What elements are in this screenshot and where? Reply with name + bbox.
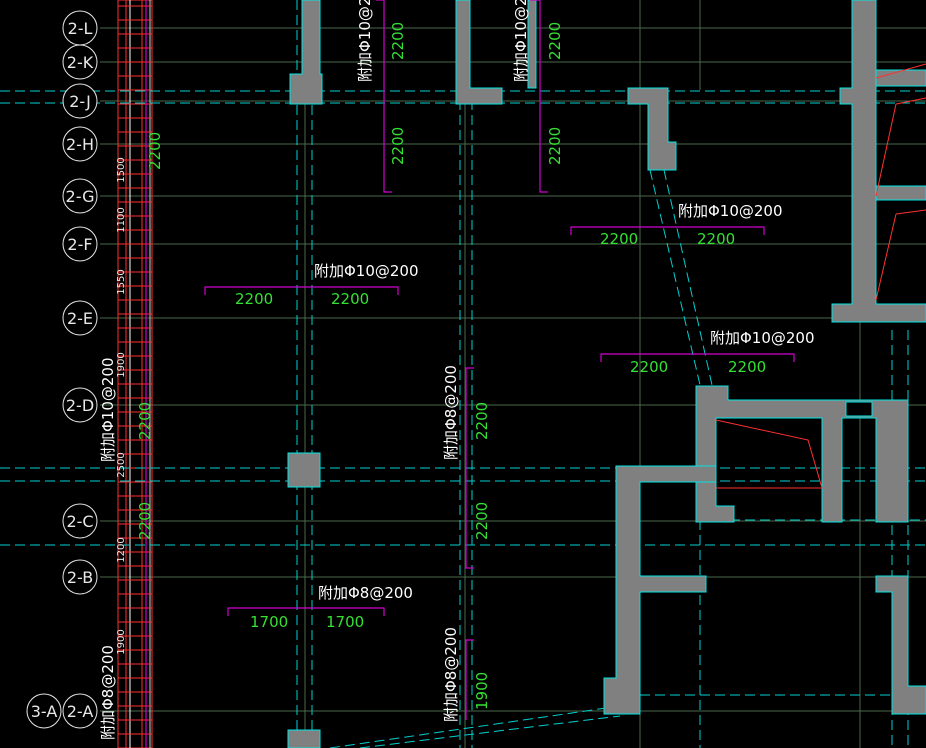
cad-drawing-canvas[interactable]: 2-L 2-K 2-J 2-H 2-G 2-F 2-E 2-D 2-C 2-B 2-A 3-A 150…: [0, 0, 926, 748]
axis-bubble-label: 2-H: [66, 135, 94, 154]
rebar-note-mid-right-1: 附加Φ10@200: [678, 202, 783, 220]
rebar-note-mid-right-2: 附加Φ10@200: [710, 329, 815, 347]
rebar-note-bottom-vertical: 附加Φ8@200: [442, 627, 460, 722]
axis-bubble-label: 2-D: [66, 396, 94, 415]
spacing-dimension: 1100: [116, 207, 127, 232]
axis-bubble-2-h: 2-H: [62, 126, 98, 162]
axis-bubble-2-k: 2-K: [62, 44, 98, 80]
dim-1700-a: 1700: [250, 613, 288, 631]
rebar-note-bottom-left: 附加Φ8@200: [99, 645, 117, 740]
axis-bubble-3-a: 3-A: [26, 693, 62, 729]
axis-bubble-2-g: 2-G: [62, 178, 98, 214]
rebar-note-left-d: 附加Φ10@200: [99, 357, 117, 462]
axis-bubble-label: 2-F: [67, 235, 92, 254]
axis-bubble-label: 2-E: [67, 309, 93, 328]
rebar-note-top-mid: 附加Φ10@200: [512, 0, 530, 82]
axis-bubble-label: 2-J: [69, 92, 91, 111]
dim-2200-g: 2200: [389, 22, 407, 60]
dim-2200-a: 2200: [235, 290, 273, 308]
axis-bubble-label: 2-B: [67, 568, 93, 587]
axis-grid-lines: [100, 27, 926, 712]
axis-bubble-2-c: 2-C: [62, 503, 98, 539]
vertical-grid-lines: [304, 0, 861, 748]
rebar-note-bottom: 附加Φ8@200: [318, 584, 413, 602]
axis-bubble-2-b: 2-B: [62, 559, 98, 595]
spacing-dimension: 1500: [116, 157, 127, 182]
spacing-dimension: 2500: [116, 452, 127, 477]
dim-1900: 1900: [473, 672, 491, 710]
spacing-dimension: 1200: [116, 537, 127, 562]
dim-2200-e: 2200: [630, 358, 668, 376]
axis-bubble-2-l: 2-L: [62, 10, 98, 46]
dim-2200-h: 2200: [389, 127, 407, 165]
rebar-note-top-left: 附加Φ10@200: [356, 0, 374, 82]
axis-bubble-label: 2-G: [66, 187, 95, 206]
spacing-dimension: 1550: [116, 269, 127, 294]
dim-2200-c: 2200: [600, 230, 638, 248]
axis-bubble-2-a: 2-A: [62, 693, 98, 729]
axis-bubble-2-e: 2-E: [62, 300, 98, 336]
axis-bubble-label: 2-A: [67, 702, 94, 721]
magenta-rebar-lines: [145, 0, 795, 748]
axis-bubble-2-d: 2-D: [62, 387, 98, 423]
axis-bubble-2-f: 2-F: [62, 226, 98, 262]
dim-2200-b: 2200: [331, 290, 369, 308]
axis-bubbles: 2-L 2-K 2-J 2-H 2-G 2-F 2-E 2-D 2-C 2-B 2-A 3-A: [26, 10, 98, 729]
axis-bubble-label: 3-A: [31, 702, 58, 721]
axis-bubble-label: 2-C: [66, 512, 93, 531]
dim-2200-n: 2200: [136, 502, 154, 540]
dim-2200-m: 2200: [136, 402, 154, 440]
axis-bubble-2-j: 2-J: [62, 83, 98, 119]
axis-bubble-label: 2-L: [68, 19, 93, 38]
dim-2200-d: 2200: [697, 230, 735, 248]
dim-1700-b: 1700: [326, 613, 364, 631]
spacing-dimension: 1900: [116, 352, 127, 377]
rebar-note-center-vertical: 附加Φ8@200: [442, 365, 460, 460]
dim-2200-i: 2200: [546, 22, 564, 60]
dim-2200-f: 2200: [728, 358, 766, 376]
dim-2200-o: 2200: [146, 132, 164, 170]
dim-2200-j: 2200: [546, 127, 564, 165]
dim-2200-k: 2200: [473, 402, 491, 440]
spacing-dimension: 1900: [116, 629, 127, 654]
dim-2200-l: 2200: [473, 502, 491, 540]
rebar-note-mid-left: 附加Φ10@200: [314, 262, 419, 280]
axis-bubble-label: 2-K: [67, 53, 94, 72]
